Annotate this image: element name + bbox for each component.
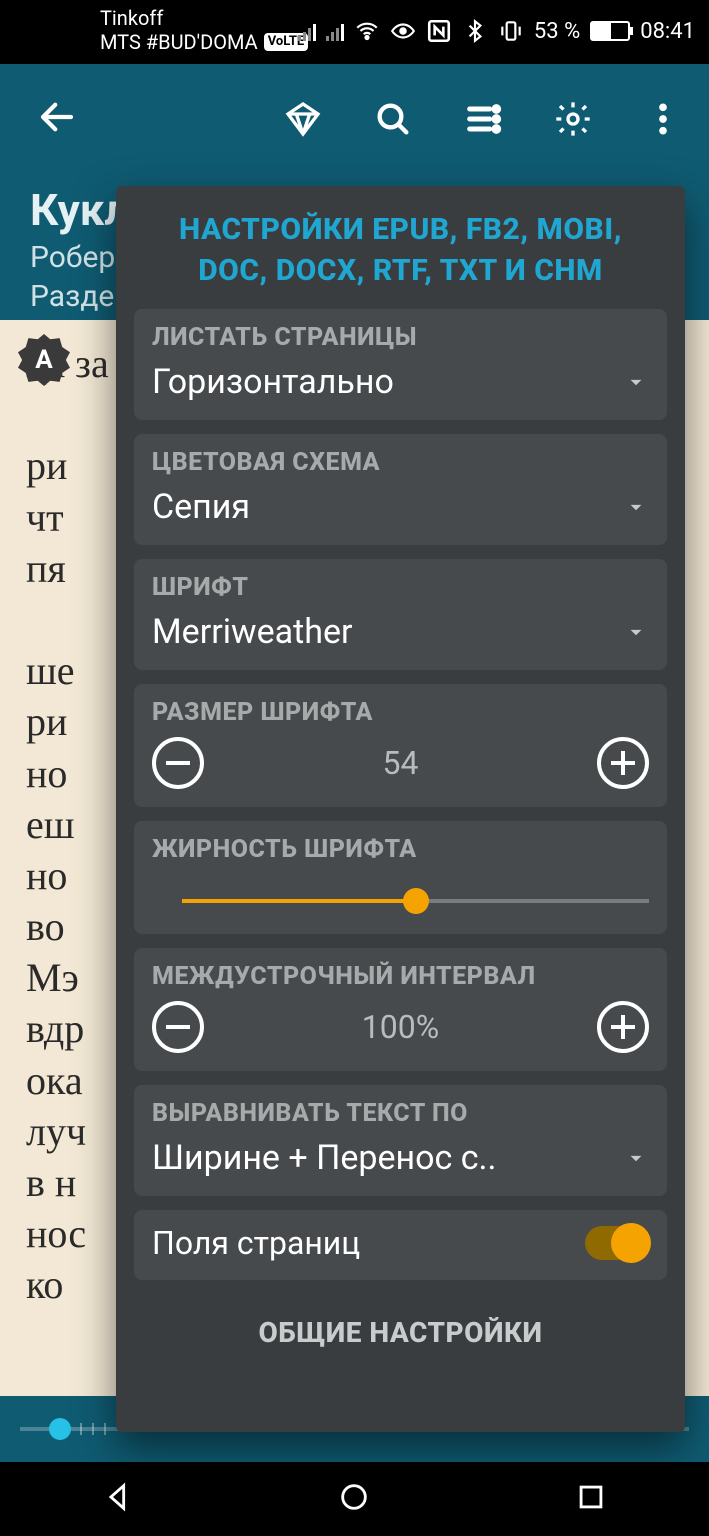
carrier-primary: Tinkoff: [100, 6, 308, 30]
theme-value: Сепия: [152, 487, 250, 527]
eye-icon: [390, 18, 416, 44]
nav-recent[interactable]: [574, 1480, 608, 1518]
setting-label: ВЫРАВНИВАТЬ ТЕКСТ ПО: [152, 1099, 649, 1128]
setting-theme: ЦВЕТОВАЯ СХЕМА Сепия: [134, 434, 667, 545]
setting-label: МЕЖДУСТРОЧНЫЙ ИНТЕРВАЛ: [152, 962, 649, 991]
setting-label: ЦВЕТОВАЯ СХЕМА: [152, 448, 649, 477]
signal-sim2-icon: [326, 21, 344, 41]
chevron-down-icon: [623, 619, 649, 645]
battery-percent: 53 %: [534, 19, 580, 44]
align-dropdown[interactable]: Ширине + Перенос с..: [152, 1138, 649, 1178]
font-dropdown[interactable]: Merriweather: [152, 612, 649, 652]
setting-label: ЖИРНОСТЬ ШРИФТА: [152, 835, 649, 864]
back-button[interactable]: [36, 96, 78, 142]
setting-label: РАЗМЕР ШРИФТА: [152, 698, 649, 727]
margins-switch[interactable]: [585, 1226, 649, 1260]
vibrate-icon: [498, 18, 524, 44]
setting-font-weight: ЖИРНОСТЬ ШРИФТА: [134, 821, 667, 934]
android-nav: [0, 1462, 709, 1536]
setting-label: ЛИСТАТЬ СТРАНИЦЫ: [152, 323, 649, 352]
setting-font: ШРИФТ Merriweather: [134, 559, 667, 670]
setting-align: ВЫРАВНИВАТЬ ТЕКСТ ПО Ширине + Перенос с.…: [134, 1085, 667, 1196]
nfc-icon: [426, 18, 452, 44]
chevron-down-icon: [623, 494, 649, 520]
paging-dropdown[interactable]: Горизонтально: [152, 362, 649, 402]
nav-back[interactable]: [101, 1480, 135, 1518]
status-bar: Tinkoff MTS #BUD'DOMA VoLTE 53 % 08:41: [0, 0, 709, 64]
font-value: Merriweather: [152, 612, 353, 652]
clock: 08:41: [640, 19, 695, 44]
progress-thumb[interactable]: [49, 1418, 71, 1440]
settings-icon[interactable]: [553, 99, 593, 139]
app-bar: [0, 64, 709, 174]
contents-icon[interactable]: [463, 99, 503, 139]
setting-paging: ЛИСТАТЬ СТРАНИЦЫ Горизонтально: [134, 309, 667, 420]
setting-font-size: РАЗМЕР ШРИФТА 54: [134, 684, 667, 807]
bluetooth-icon: [462, 18, 488, 44]
line-decrease[interactable]: [152, 1001, 204, 1053]
nav-home[interactable]: [337, 1480, 371, 1518]
paging-value: Горизонтально: [152, 362, 394, 402]
popover-title: НАСТРОЙКИ EPUB, FB2, MOBI, DOC, DOCX, RT…: [134, 210, 667, 309]
overflow-icon[interactable]: [643, 99, 683, 139]
margins-label: Поля страниц: [152, 1224, 360, 1262]
font-size-decrease[interactable]: [152, 737, 204, 789]
carrier-secondary: MTS #BUD'DOMA: [100, 30, 258, 54]
premium-icon[interactable]: [283, 99, 323, 139]
align-value: Ширине + Перенос с..: [152, 1138, 496, 1178]
weight-slider[interactable]: [152, 886, 649, 916]
reader-settings-popover: НАСТРОЙКИ EPUB, FB2, MOBI, DOC, DOCX, RT…: [116, 186, 685, 1432]
font-size-increase[interactable]: [597, 737, 649, 789]
search-icon[interactable]: [373, 99, 413, 139]
setting-margins: Поля страниц: [134, 1210, 667, 1280]
line-value: 100%: [362, 1008, 439, 1046]
theme-dropdown[interactable]: Сепия: [152, 487, 649, 527]
line-increase[interactable]: [597, 1001, 649, 1053]
setting-label: ШРИФТ: [152, 573, 649, 602]
general-settings-button[interactable]: ОБЩИЕ НАСТРОЙКИ: [134, 1294, 667, 1359]
chevron-down-icon: [623, 1145, 649, 1171]
chevron-down-icon: [623, 369, 649, 395]
wifi-icon: [354, 18, 380, 44]
setting-line-spacing: МЕЖДУСТРОЧНЫЙ ИНТЕРВАЛ 100%: [134, 948, 667, 1071]
font-size-value: 54: [383, 744, 419, 782]
battery-icon: [590, 21, 630, 41]
signal-sim1-icon: [298, 21, 316, 41]
